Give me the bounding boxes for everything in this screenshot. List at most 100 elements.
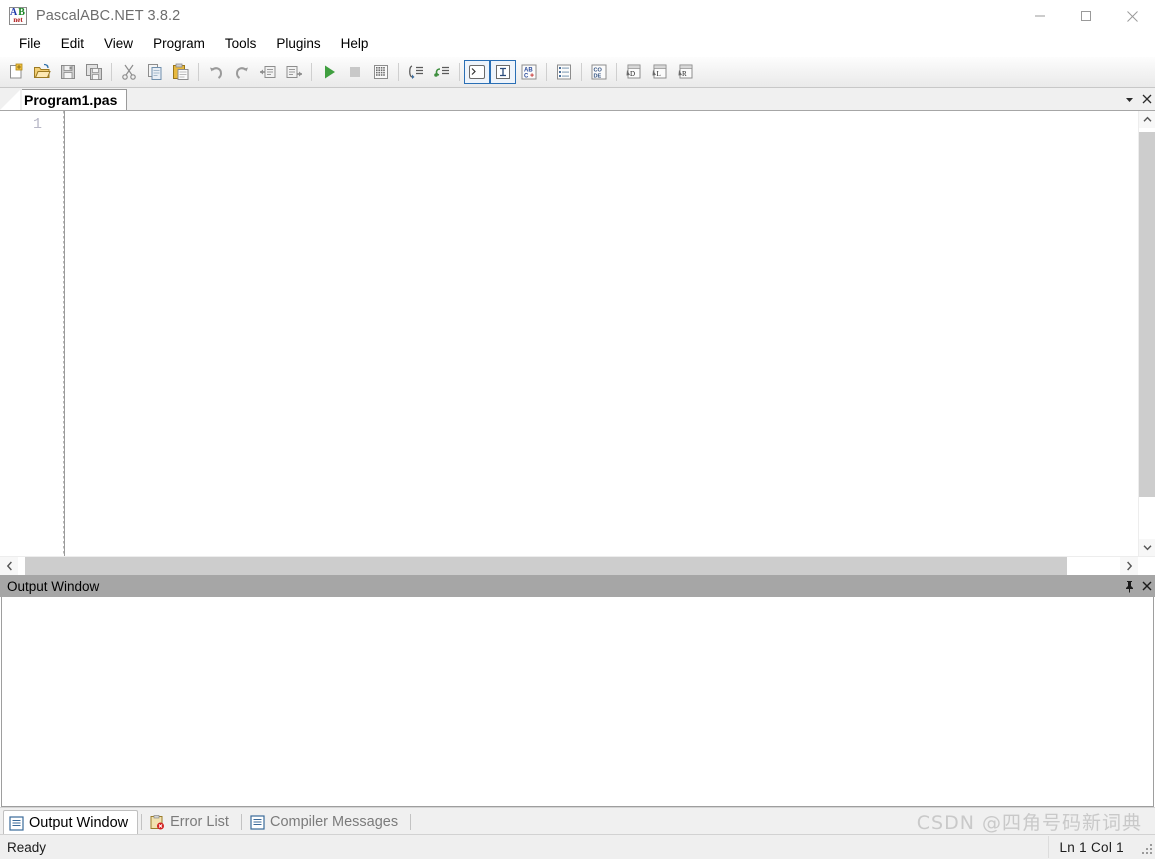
editor-horizontal-scrollbar[interactable] xyxy=(0,556,1155,575)
line-number-gutter: 1 xyxy=(0,111,65,556)
step-over-icon xyxy=(434,66,449,77)
vertical-scroll-thumb[interactable] xyxy=(1139,132,1155,497)
redo-arrow-icon xyxy=(235,67,248,79)
build-icon xyxy=(374,65,388,79)
menu-item-file[interactable]: File xyxy=(9,33,51,56)
code-button[interactable]: CO DE xyxy=(586,60,612,84)
page-l-icon: L xyxy=(652,64,667,79)
editor-vertical-scrollbar[interactable] xyxy=(1138,111,1155,556)
resize-grip-icon[interactable] xyxy=(1138,840,1152,854)
close-button[interactable] xyxy=(1109,0,1155,32)
save-icon xyxy=(61,65,75,79)
save-all-button[interactable] xyxy=(81,60,107,84)
scroll-down-button[interactable] xyxy=(1139,539,1155,556)
output-close-button[interactable] xyxy=(1138,576,1155,596)
text-input-button[interactable] xyxy=(490,60,516,84)
build-button[interactable] xyxy=(368,60,394,84)
editor-tab-strip: Program1.pas xyxy=(0,88,1155,111)
status-bar: Ready Ln 1 Col 1 xyxy=(0,834,1155,859)
cut-button[interactable] xyxy=(116,60,142,84)
run-button[interactable] xyxy=(316,60,342,84)
page-r-button[interactable]: R xyxy=(673,60,699,84)
toolbar-separator xyxy=(616,63,617,81)
menu-item-tools[interactable]: Tools xyxy=(215,33,267,56)
step-over-button[interactable] xyxy=(429,60,455,84)
menu-bar: File Edit View Program Tools Plugins Hel… xyxy=(0,32,1155,57)
chevron-right-icon xyxy=(1126,561,1132,571)
menu-item-edit[interactable]: Edit xyxy=(51,33,94,56)
pin-icon xyxy=(1126,580,1133,592)
scroll-left-button[interactable] xyxy=(0,557,18,575)
page-d-button[interactable]: D xyxy=(621,60,647,84)
code-text[interactable] xyxy=(66,111,1138,556)
console-window-button[interactable] xyxy=(464,60,490,84)
toolbar-separator xyxy=(198,63,199,81)
pascalabc-net-icon: AB net xyxy=(9,7,27,25)
comment-block-button[interactable] xyxy=(255,60,281,84)
comment-block-icon xyxy=(260,66,276,78)
tab-compiler-messages[interactable]: Compiler Messages xyxy=(245,810,407,834)
tab-list-dropdown-button[interactable] xyxy=(1121,88,1138,110)
window-controls xyxy=(1017,0,1155,32)
horizontal-scroll-thumb[interactable] xyxy=(25,557,1067,575)
tab-divider xyxy=(141,814,143,830)
minimize-icon xyxy=(1035,15,1045,17)
output-panel-content[interactable] xyxy=(1,597,1154,807)
svg-text:D: D xyxy=(630,70,635,78)
toolbar-separator xyxy=(398,63,399,81)
output-panel: Output Window Output Window Error List C… xyxy=(0,575,1155,835)
tab-output-window[interactable]: Output Window xyxy=(3,810,139,835)
tab-strip-slant xyxy=(0,88,22,110)
page-d-icon: D xyxy=(626,64,641,79)
cursor-position-indicator: Ln 1 Col 1 xyxy=(1059,839,1124,855)
open-folder-icon xyxy=(34,63,51,78)
stop-button[interactable] xyxy=(342,60,368,84)
output-pin-button[interactable] xyxy=(1121,576,1138,596)
redo-button[interactable] xyxy=(229,60,255,84)
scroll-up-button[interactable] xyxy=(1139,111,1155,128)
abc-plus-icon: AB C + xyxy=(521,64,537,80)
new-file-button[interactable] xyxy=(3,60,29,84)
vertical-scroll-track[interactable] xyxy=(1139,128,1155,539)
scroll-right-button[interactable] xyxy=(1120,557,1138,575)
tab-error-list[interactable]: Error List xyxy=(145,810,238,834)
menu-item-view[interactable]: View xyxy=(94,33,143,56)
output-panel-header: Output Window xyxy=(0,575,1155,597)
minimize-button[interactable] xyxy=(1017,0,1063,32)
output-window-icon xyxy=(9,815,24,831)
error-list-icon xyxy=(150,814,165,829)
window-title: PascalABC.NET 3.8.2 xyxy=(36,8,181,24)
menu-item-help[interactable]: Help xyxy=(331,33,379,56)
stop-square-icon xyxy=(350,67,360,77)
editor-text-area[interactable]: 1 xyxy=(0,111,1138,556)
pascalabc-ide-window: AB net PascalABC.NET 3.8.2 File Edit Vie… xyxy=(0,0,1155,859)
open-file-button[interactable] xyxy=(29,60,55,84)
list-panel-button[interactable] xyxy=(551,60,577,84)
page-l-button[interactable]: L xyxy=(647,60,673,84)
run-play-icon xyxy=(325,65,335,79)
step-into-button[interactable] xyxy=(403,60,429,84)
tab-divider xyxy=(410,814,412,830)
uncomment-block-button[interactable] xyxy=(281,60,307,84)
copy-button[interactable] xyxy=(142,60,168,84)
save-button[interactable] xyxy=(55,60,81,84)
status-text: Ready xyxy=(7,839,47,855)
horizontal-scroll-track[interactable] xyxy=(18,557,1120,575)
menu-item-plugins[interactable]: Plugins xyxy=(266,33,330,56)
svg-text:L: L xyxy=(657,70,661,78)
svg-text:R: R xyxy=(682,70,687,78)
maximize-icon xyxy=(1081,11,1091,21)
abc-plus-button[interactable]: AB C + xyxy=(516,60,542,84)
save-all-icon xyxy=(86,64,102,80)
tab-close-button[interactable] xyxy=(1138,88,1155,110)
maximize-button[interactable] xyxy=(1063,0,1109,32)
editor-tab-program1[interactable]: Program1.pas xyxy=(20,89,128,110)
chevron-down-icon xyxy=(1126,97,1133,102)
tab-strip-filler xyxy=(127,88,1121,110)
paste-button[interactable] xyxy=(168,60,194,84)
undo-button[interactable] xyxy=(203,60,229,84)
tab-divider xyxy=(240,814,242,830)
menu-item-program[interactable]: Program xyxy=(143,33,215,56)
toolbar-separator xyxy=(546,63,547,81)
toolbar-separator xyxy=(111,63,112,81)
